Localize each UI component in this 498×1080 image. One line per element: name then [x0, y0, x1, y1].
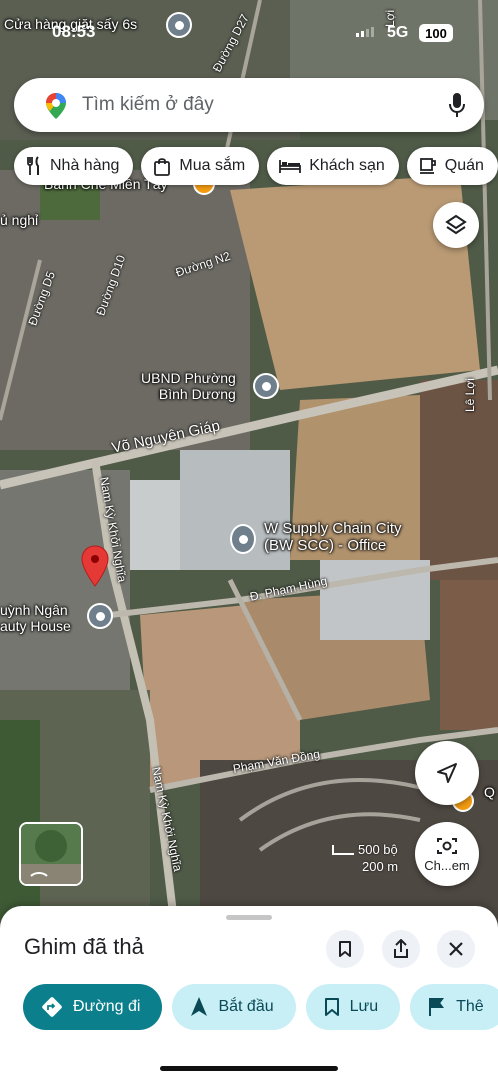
bookmark-icon	[324, 998, 339, 1016]
battery-level: 100	[419, 24, 453, 42]
start-button[interactable]: Bắt đầu	[172, 984, 296, 1030]
shopping-bag-icon	[154, 158, 171, 176]
save-label: Lưu	[349, 998, 379, 1015]
camera-label: Ch...em	[424, 857, 470, 873]
signal-icon	[356, 27, 374, 37]
bookmark-icon	[339, 941, 351, 957]
lens-camera-icon	[437, 837, 457, 854]
scale-metric: 200 m	[362, 859, 399, 874]
directions-label: Đường đi	[73, 998, 141, 1015]
place-label-nghi[interactable]: ủ nghỉ	[0, 212, 38, 228]
layers-button[interactable]	[433, 202, 479, 248]
coffee-cup-icon	[419, 158, 436, 174]
start-label: Bắt đầu	[218, 998, 274, 1015]
action-buttons: Đường đi Bắt đầu Lưu Thê	[23, 984, 498, 1030]
directions-icon	[42, 997, 62, 1017]
category-chips: Nhà hàng Mua sắm Khách sạn Quán	[14, 147, 498, 185]
chip-restaurants[interactable]: Nhà hàng	[14, 147, 134, 185]
microphone-icon[interactable]	[448, 92, 466, 118]
more-button[interactable]: Thê	[410, 984, 498, 1030]
chip-hotels[interactable]: Khách sạn	[267, 147, 399, 185]
dropped-pin-icon[interactable]	[80, 544, 110, 588]
share-button[interactable]	[382, 930, 420, 968]
place-bottom-sheet[interactable]: Ghim đã thả Đường đi Bắt đầu Lưu Thê	[0, 906, 498, 1080]
save-button[interactable]: Lưu	[305, 984, 401, 1030]
sheet-title: Ghim đã thả	[24, 934, 144, 959]
chip-label: Nhà hàng	[50, 157, 120, 174]
navigation-arrow-icon	[437, 763, 457, 783]
bookmark-button[interactable]	[326, 930, 364, 968]
map-scale: 500 bộ 200 m	[332, 842, 398, 874]
place-label-bw-supply[interactable]: W Supply Chain City (BW SCC) - Office	[264, 520, 402, 555]
google-maps-pin-icon	[46, 93, 66, 119]
share-icon	[394, 939, 408, 958]
close-icon	[449, 942, 463, 956]
navigation-start-icon	[191, 997, 208, 1016]
network-type: 5G	[387, 24, 409, 41]
directions-button[interactable]: Đường đi	[23, 984, 163, 1030]
place-label-q[interactable]: Q	[484, 784, 495, 800]
search-bar[interactable]: Tìm kiếm ở đây	[14, 78, 484, 132]
place-label-beauty-house[interactable]: uỳnh Ngân auty House	[0, 602, 71, 634]
layers-icon	[445, 214, 467, 235]
chip-shopping[interactable]: Mua sắm	[141, 147, 260, 185]
street-view-image	[21, 824, 81, 884]
place-marker-ubnd[interactable]	[253, 373, 279, 399]
chip-label: Mua sắm	[179, 157, 246, 174]
search-input[interactable]: Tìm kiếm ở đây	[82, 94, 214, 116]
fork-knife-icon	[27, 156, 39, 175]
status-time: 08:53	[52, 22, 96, 41]
chip-label: Quán	[444, 157, 484, 174]
scale-imperial: 500 bộ	[358, 842, 398, 857]
street-view-thumbnail[interactable]	[19, 822, 83, 886]
bed-icon	[279, 160, 302, 173]
flag-icon	[429, 998, 445, 1016]
place-marker-beauty-house[interactable]	[87, 603, 113, 629]
home-indicator	[160, 1066, 338, 1071]
status-bar: 08:53 5G 100	[0, 0, 498, 44]
satellite-map[interactable]: Cửa hàng giặt sấy 6s Bánh Chè Miền Tây ủ…	[0, 0, 498, 930]
chip-label: Khách sạn	[309, 157, 385, 174]
more-label: Thê	[456, 998, 484, 1015]
place-label-ubnd[interactable]: UBND Phường Bình Dương	[141, 370, 236, 402]
camera-search-button[interactable]: Ch...em	[415, 822, 479, 886]
chip-cafes[interactable]: Quán	[406, 147, 498, 185]
place-marker-bw-supply[interactable]	[230, 524, 256, 554]
my-location-button[interactable]	[415, 741, 479, 805]
sheet-drag-handle[interactable]	[226, 915, 272, 920]
close-button[interactable]	[437, 930, 475, 968]
road-label-le-loi: Lê Lợi	[463, 378, 477, 412]
